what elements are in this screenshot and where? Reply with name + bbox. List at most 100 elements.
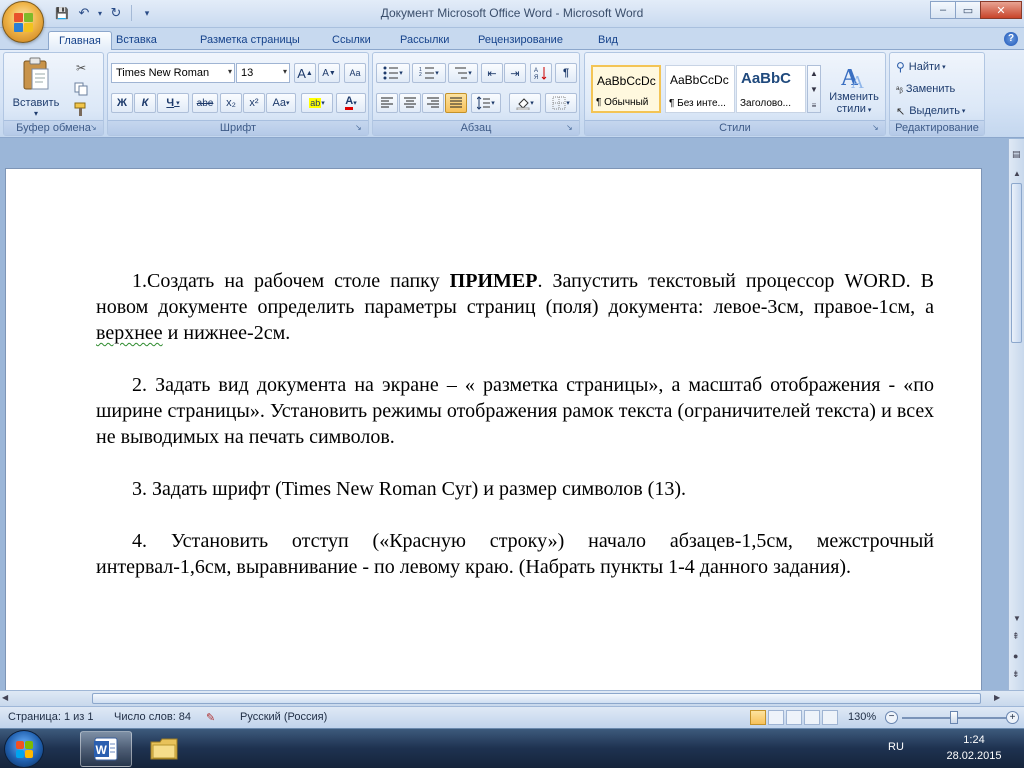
bold-button[interactable]: Ж	[111, 93, 133, 113]
borders-button[interactable]: ▾	[545, 93, 577, 113]
styles-gallery-scroll[interactable]: ▲ ▼ ≡	[807, 65, 821, 113]
group-clipboard: Вставить ▾ ✂ Буфер обмена ↘	[3, 52, 104, 136]
clock[interactable]: 1:24 28.02.2015	[940, 732, 1008, 764]
taskbar-word[interactable]: W	[80, 731, 132, 767]
tab-mailings[interactable]: Рассылки	[390, 31, 459, 50]
zoom-slider-thumb[interactable]	[950, 711, 958, 724]
close-button[interactable]: ✕	[980, 1, 1022, 19]
keyboard-language[interactable]: RU	[888, 741, 904, 753]
dialog-launcher-icon[interactable]: ↘	[872, 123, 882, 133]
subscript-icon: x₂	[226, 97, 236, 109]
taskbar-explorer[interactable]	[138, 731, 190, 767]
style-normal[interactable]: AaBbCcDc ¶ Обычный	[591, 65, 661, 113]
scroll-right-icon[interactable]: ▶	[994, 693, 1000, 702]
dialog-launcher-icon[interactable]: ↘	[90, 123, 100, 133]
change-styles-button[interactable]: A A Изменить стили ▾	[825, 57, 883, 119]
font-size-combo[interactable]: 13 ▾	[236, 63, 290, 83]
font-color-button[interactable]: A ▾	[336, 93, 366, 113]
format-painter-icon[interactable]	[72, 101, 90, 119]
scroll-up-icon[interactable]: ▲	[1013, 169, 1021, 178]
multilevel-list-button[interactable]: ▾	[448, 63, 478, 83]
office-button[interactable]	[2, 1, 44, 43]
language-status[interactable]: Русский (Россия)	[240, 711, 327, 723]
page-count[interactable]: Страница: 1 из 1	[8, 711, 94, 723]
svg-text:2: 2	[419, 72, 422, 78]
tab-page-layout[interactable]: Разметка страницы	[190, 31, 310, 50]
justify-icon[interactable]	[445, 93, 467, 113]
browse-object-icon[interactable]: ●	[1013, 651, 1018, 661]
word-count[interactable]: Число слов: 84	[114, 711, 191, 723]
increase-indent-icon[interactable]: ⇥	[504, 63, 526, 83]
style-no-spacing[interactable]: AaBbCcDc ¶ Без инте...	[665, 65, 735, 113]
vertical-scrollbar[interactable]: ▤ ▲ ▼ ⇞ ● ⇟	[1008, 139, 1024, 690]
tab-review[interactable]: Рецензирование	[468, 31, 573, 50]
dialog-launcher-icon[interactable]: ↘	[566, 123, 576, 133]
minimize-button[interactable]: –	[930, 1, 956, 19]
proofing-icon[interactable]: ✎	[206, 711, 215, 724]
paste-button[interactable]: Вставить ▾	[8, 56, 64, 118]
subscript-button[interactable]: x₂	[220, 93, 242, 113]
full-screen-reading-view-icon[interactable]	[768, 710, 784, 725]
decrease-indent-icon[interactable]: ⇤	[481, 63, 503, 83]
draft-view-icon[interactable]	[822, 710, 838, 725]
cut-icon[interactable]: ✂	[72, 59, 90, 77]
font-size-value: 13	[241, 67, 254, 79]
ruler-toggle-icon[interactable]: ▤	[1012, 149, 1021, 160]
style-heading-1[interactable]: AaBbC Заголово...	[736, 65, 806, 113]
paragraph-2: 2. Задать вид документа на экране – « ра…	[96, 374, 934, 448]
bullets-button[interactable]: ▾	[376, 63, 410, 83]
vertical-scroll-thumb[interactable]	[1011, 183, 1022, 343]
tab-view[interactable]: Вид	[588, 31, 628, 50]
help-icon[interactable]: ?	[1004, 32, 1018, 46]
start-button[interactable]	[4, 730, 44, 768]
clear-formatting-button[interactable]: Aa	[344, 63, 366, 83]
previous-page-icon[interactable]: ⇞	[1012, 631, 1020, 642]
print-layout-view-icon[interactable]	[750, 710, 766, 725]
shading-button[interactable]: ▾	[509, 93, 541, 113]
align-left-icon[interactable]	[376, 93, 398, 113]
change-case-button[interactable]: Aa ▾	[266, 93, 296, 113]
find-button[interactable]: ⚲ Найти ▾	[896, 58, 946, 76]
zoom-out-icon[interactable]: −	[885, 711, 898, 724]
scroll-down-icon[interactable]: ▼	[1013, 614, 1021, 623]
style-name: Заголово...	[740, 98, 791, 109]
paragraph-4: 4. Установить отступ («Красную строку») …	[96, 530, 934, 578]
grow-font-button[interactable]: A ▲	[294, 63, 316, 83]
tab-home[interactable]: Главная	[48, 31, 112, 50]
strikethrough-button[interactable]: abe	[192, 93, 218, 113]
sort-icon[interactable]: AЯ	[530, 63, 552, 83]
multilevel-list-icon	[455, 67, 468, 79]
dialog-launcher-icon[interactable]: ↘	[355, 123, 365, 133]
outline-view-icon[interactable]	[804, 710, 820, 725]
line-spacing-button[interactable]: ▾	[471, 93, 501, 113]
scroll-left-icon[interactable]: ◀	[2, 693, 8, 702]
underline-button[interactable]: Ч ▾	[157, 93, 189, 113]
zoom-in-icon[interactable]: +	[1006, 711, 1019, 724]
copy-icon[interactable]	[72, 80, 90, 98]
maximize-button[interactable]: ▭	[955, 1, 981, 19]
font-name-combo[interactable]: Times New Roman ▾	[111, 63, 235, 83]
pilcrow-icon: ¶	[562, 67, 570, 79]
show-marks-button[interactable]: ¶	[555, 63, 577, 83]
replace-label: Заменить	[905, 83, 956, 95]
replace-button[interactable]: ᵃᵦ Заменить	[896, 80, 955, 98]
cursor-icon: ↖	[896, 105, 906, 118]
tab-insert[interactable]: Вставка	[106, 31, 167, 50]
zoom-level[interactable]: 130%	[848, 711, 876, 723]
svg-text:A: A	[534, 68, 538, 74]
document-page[interactable]: 1.Создать на рабочем столе папку ПРИМЕР.…	[5, 168, 982, 690]
next-page-icon[interactable]: ⇟	[1012, 669, 1020, 680]
align-right-icon[interactable]	[422, 93, 444, 113]
tab-references[interactable]: Ссылки	[322, 31, 381, 50]
document-body[interactable]: 1.Создать на рабочем столе папку ПРИМЕР.…	[96, 268, 934, 606]
horizontal-scrollbar[interactable]: ◀ ▶	[0, 690, 1024, 706]
numbering-button[interactable]: 1 2 ▾	[412, 63, 446, 83]
highlight-button[interactable]: ab ▾	[301, 93, 333, 113]
web-layout-view-icon[interactable]	[786, 710, 802, 725]
horizontal-scroll-thumb[interactable]	[92, 693, 981, 704]
italic-button[interactable]: К	[134, 93, 156, 113]
superscript-button[interactable]: x²	[243, 93, 265, 113]
align-center-icon[interactable]	[399, 93, 421, 113]
shrink-font-button[interactable]: A ▼	[318, 63, 340, 83]
select-button[interactable]: ↖ Выделить ▾	[896, 102, 965, 120]
